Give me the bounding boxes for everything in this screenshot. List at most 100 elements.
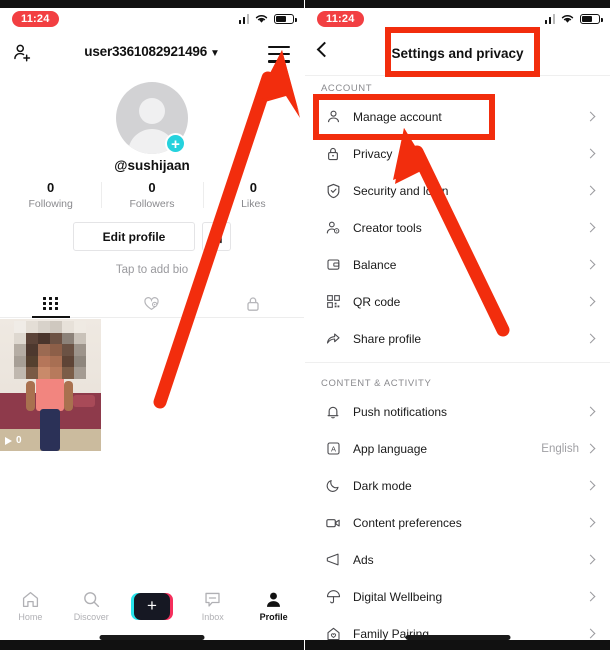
profile-tabs	[0, 290, 304, 318]
tab-liked[interactable]	[101, 290, 202, 317]
tab-posts[interactable]	[0, 290, 101, 317]
avatar-head	[139, 98, 165, 124]
thumb-arm-left	[26, 381, 35, 411]
face-blur-mosaic	[14, 321, 86, 379]
tab-inbox[interactable]: Inbox	[182, 590, 243, 622]
stat-followers-count: 0	[148, 180, 156, 195]
wallet-icon	[313, 257, 353, 272]
bookmark-icon	[211, 230, 222, 243]
qr-code-icon	[313, 294, 353, 309]
left-phone-screen: 11:24 user3361082921496 ▼ + @sushijaan 0…	[0, 0, 305, 650]
section-heading-account: ACCOUNT	[321, 83, 373, 94]
profile-stats: 0 Following 0 Followers 0 Likes	[0, 180, 304, 210]
tab-private[interactable]	[203, 290, 304, 317]
bookmark-button[interactable]	[202, 222, 231, 251]
add-bio-label[interactable]: Tap to add bio	[0, 264, 304, 276]
chevron-right-icon	[585, 517, 596, 528]
stat-followers-label: Followers	[129, 198, 175, 210]
profile-username[interactable]: user3361082921496 ▼	[0, 44, 304, 59]
settings-row-digital-wellbeing[interactable]: Digital Wellbeing	[305, 578, 610, 615]
settings-label: Privacy	[353, 146, 393, 161]
settings-row-balance[interactable]: Balance	[305, 246, 610, 283]
settings-label: Dark mode	[353, 478, 412, 493]
settings-row-manage-account[interactable]: Manage account	[305, 98, 610, 135]
status-bar: 11:24	[0, 8, 304, 34]
wifi-icon	[561, 15, 574, 23]
video-play-count: 0	[5, 435, 22, 446]
chevron-right-icon	[585, 111, 596, 122]
settings-label: App language	[353, 441, 428, 456]
chevron-right-icon	[585, 148, 596, 159]
section-heading-content-activity: CONTENT & ACTIVITY	[321, 378, 432, 389]
hamburger-menu-icon[interactable]	[268, 46, 290, 63]
tab-discover-label: Discover	[73, 612, 109, 622]
person-gear-icon	[313, 220, 353, 235]
profile-topbar: user3361082921496 ▼	[0, 38, 304, 72]
video-camera-icon	[313, 516, 353, 530]
settings-row-security-and-login[interactable]: Security and login	[305, 172, 610, 209]
right-phone-screen: 11:24 Settings and privacy ACCOUNT Manag…	[305, 0, 610, 650]
bottom-tab-bar: Home Discover + Inbox Profile	[0, 582, 304, 630]
settings-label: Ads	[353, 552, 374, 567]
chevron-right-icon	[585, 406, 596, 417]
moon-icon	[313, 478, 353, 493]
edit-profile-button[interactable]: Edit profile	[73, 222, 195, 251]
profile-handle: @sushijaan	[114, 158, 190, 173]
settings-label: Content preferences	[353, 515, 462, 530]
stat-followers[interactable]: 0 Followers	[101, 180, 202, 210]
person-icon	[267, 592, 281, 607]
settings-row-app-language[interactable]: A App language English	[305, 430, 610, 467]
chevron-right-icon	[585, 628, 596, 639]
tab-create[interactable]: +	[122, 592, 183, 620]
tab-discover[interactable]: Discover	[61, 590, 122, 622]
tab-inbox-label: Inbox	[201, 612, 224, 622]
settings-label: Balance	[353, 257, 397, 272]
thumb-legs	[40, 409, 60, 451]
settings-row-qr-code[interactable]: QR code	[305, 283, 610, 320]
stat-following[interactable]: 0 Following	[0, 180, 101, 210]
create-plus-icon[interactable]: +	[130, 592, 173, 620]
screenshot-root: 11:24 user3361082921496 ▼ + @sushijaan 0…	[0, 0, 610, 650]
settings-label: QR code	[353, 294, 401, 309]
settings-row-privacy[interactable]: Privacy	[305, 135, 610, 172]
page-title: Settings and privacy	[391, 46, 524, 61]
share-arrow-icon	[313, 331, 353, 346]
device-bezel-bottom	[0, 640, 304, 650]
stat-following-label: Following	[28, 198, 73, 210]
settings-row-ads[interactable]: Ads	[305, 541, 610, 578]
stat-likes-count: 0	[249, 180, 257, 195]
wifi-icon	[255, 15, 268, 23]
settings-row-share-profile[interactable]: Share profile	[305, 320, 610, 357]
play-count-text: 0	[16, 435, 22, 446]
inbox-icon	[205, 592, 220, 607]
device-bezel-bottom-2	[305, 640, 610, 650]
tab-home-label: Home	[18, 612, 43, 622]
device-bezel-top	[0, 0, 304, 8]
tab-profile-label: Profile	[259, 612, 288, 622]
video-thumbnail[interactable]: 0	[0, 319, 101, 451]
lock-icon	[247, 296, 259, 311]
settings-row-content-preferences[interactable]: Content preferences	[305, 504, 610, 541]
profile-actions: Edit profile	[0, 222, 304, 251]
megaphone-icon	[313, 552, 353, 567]
play-icon	[5, 436, 12, 445]
settings-row-dark-mode[interactable]: Dark mode	[305, 467, 610, 504]
search-icon	[83, 592, 99, 608]
chevron-right-icon	[585, 296, 596, 307]
chevron-down-icon: ▼	[210, 48, 220, 59]
tab-home[interactable]: Home	[0, 590, 61, 622]
chevron-right-icon	[585, 480, 596, 491]
settings-row-push-notifications[interactable]: Push notifications	[305, 393, 610, 430]
chevron-right-icon	[585, 185, 596, 196]
header-divider	[305, 75, 610, 76]
stat-likes[interactable]: 0 Likes	[202, 180, 304, 210]
battery-icon	[274, 13, 297, 24]
status-icons	[238, 13, 297, 24]
stat-following-count: 0	[47, 180, 55, 195]
status-time: 11:24	[12, 11, 59, 27]
chevron-right-icon	[585, 259, 596, 270]
person-icon	[313, 109, 353, 124]
avatar-add-badge[interactable]: +	[165, 133, 186, 154]
tab-profile[interactable]: Profile	[243, 590, 304, 622]
settings-row-creator-tools[interactable]: Creator tools	[305, 209, 610, 246]
